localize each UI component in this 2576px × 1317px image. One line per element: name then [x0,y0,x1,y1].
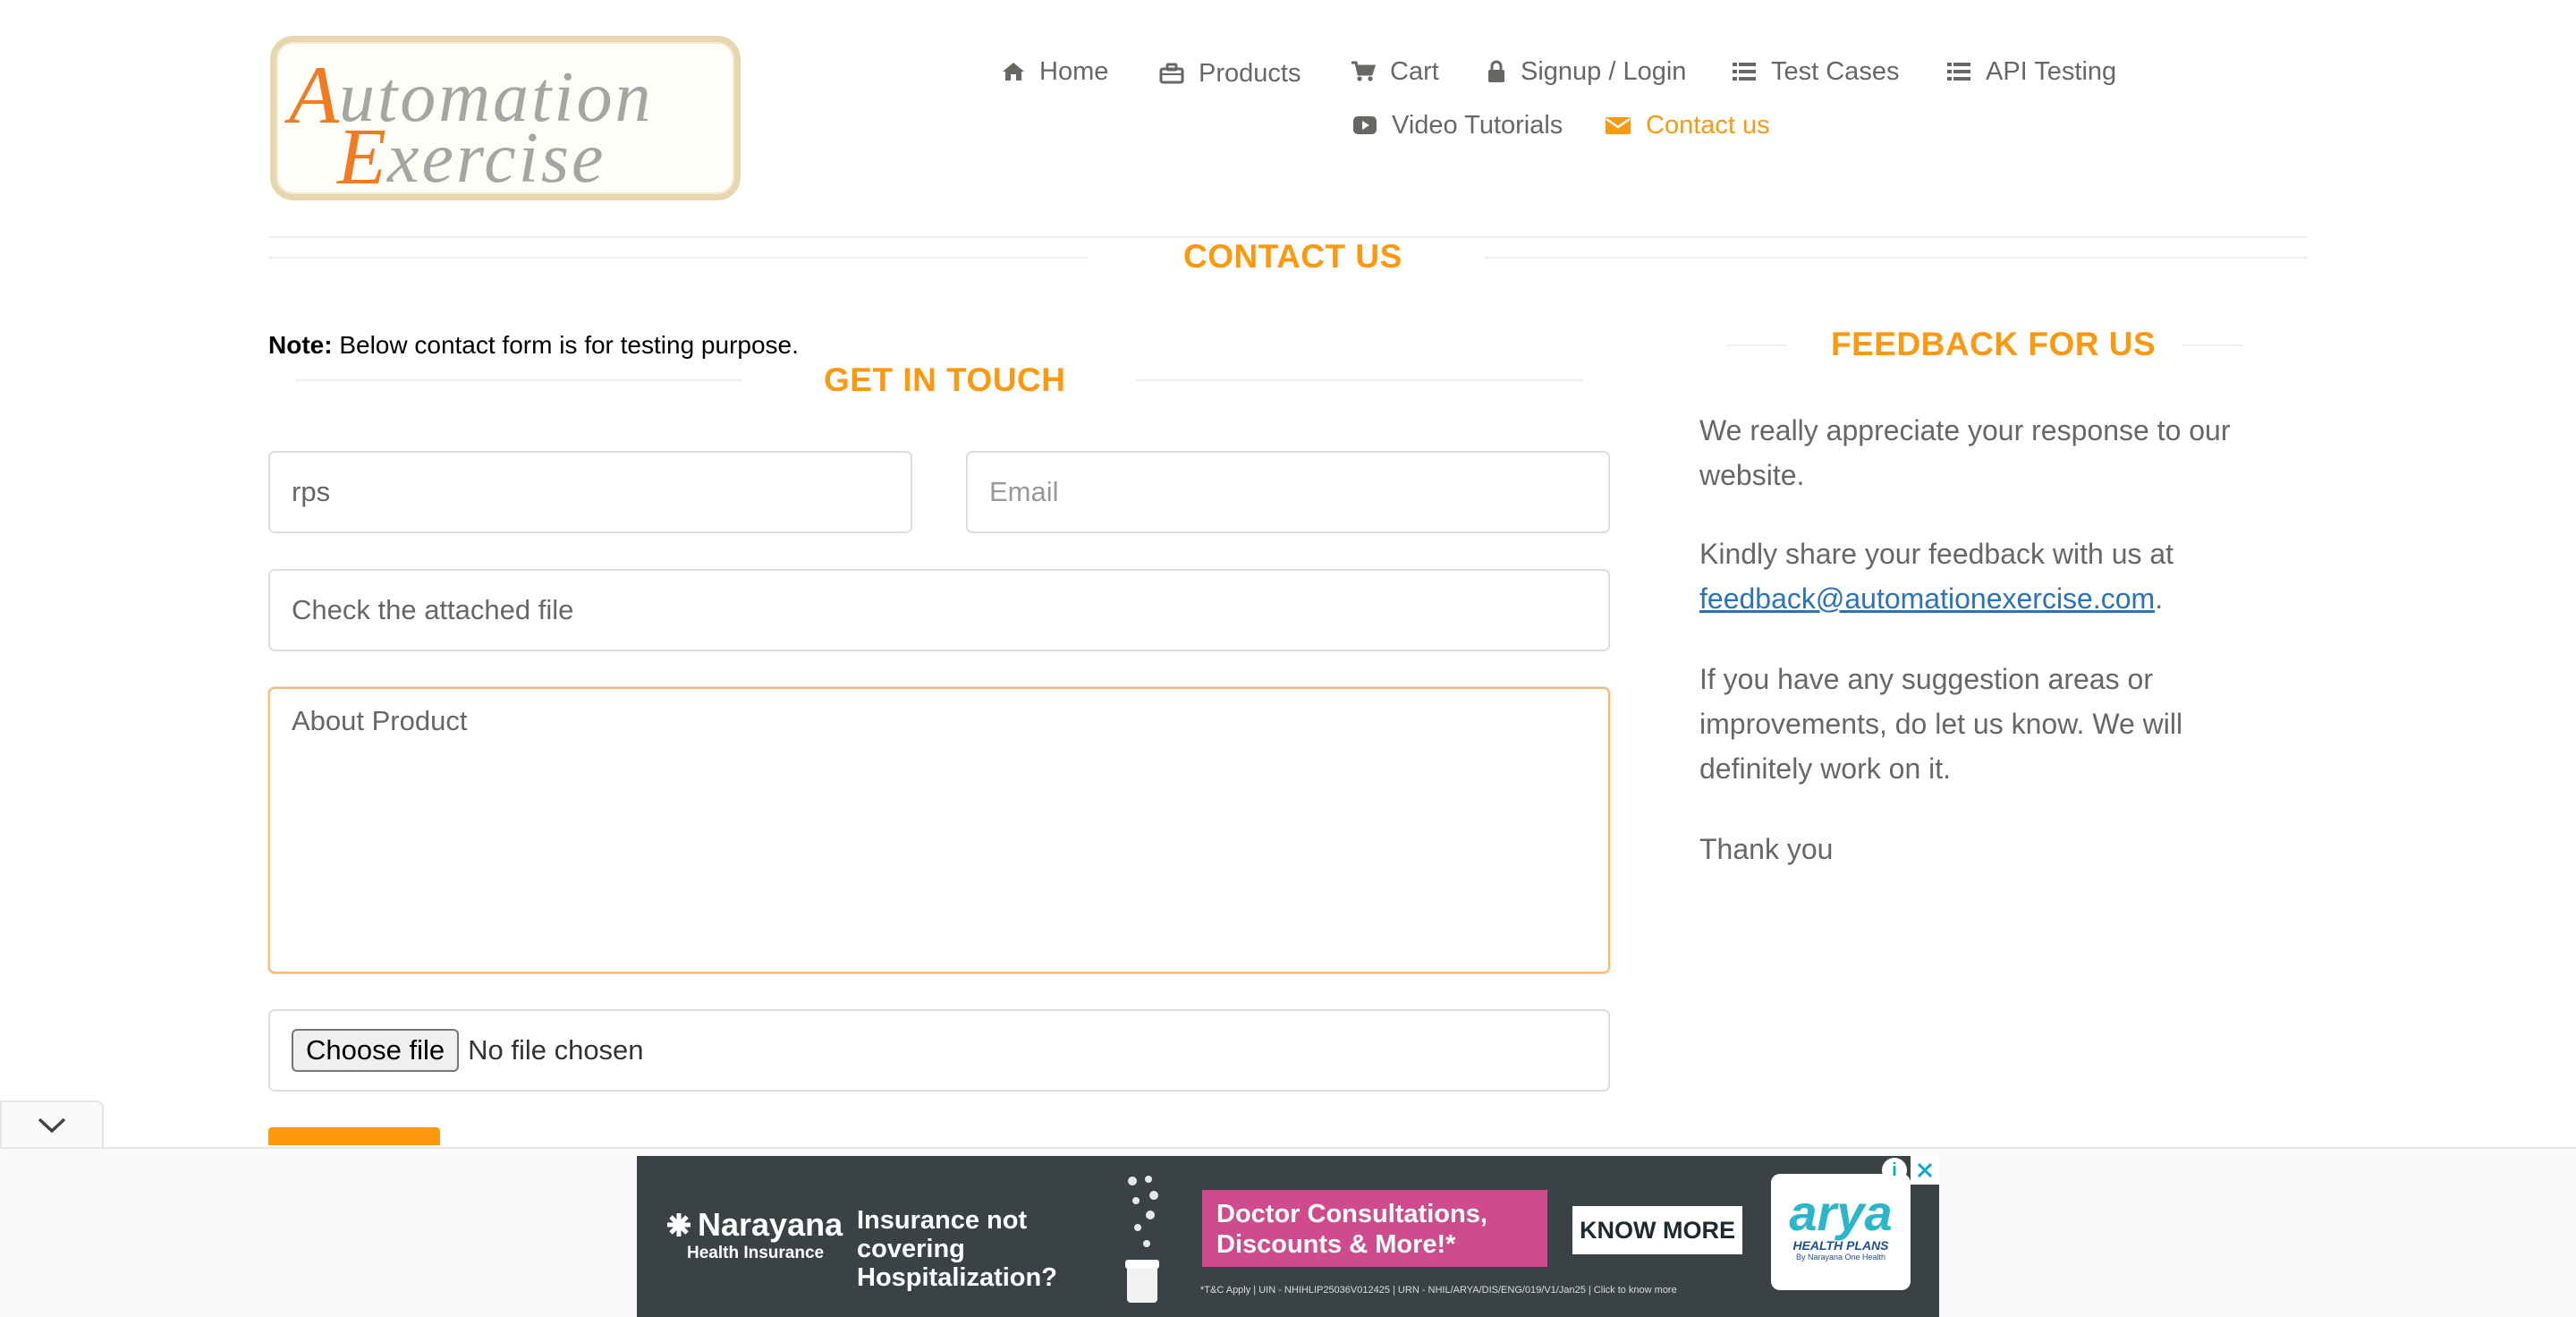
form-note: Note: Below contact form is for testing … [268,331,799,360]
note-label: Note: [268,331,333,359]
title-rule-right [1485,257,2308,259]
list-icon [1733,63,1756,81]
cart-icon [1352,61,1376,81]
ad-info-icon[interactable]: i [1882,1158,1907,1183]
feedback-thank-you: Thank you [1699,833,1834,865]
nav-test-cases-label: Test Cases [1771,56,1900,86]
nav-products-label: Products [1199,58,1301,88]
get-in-touch-rule-left [295,379,742,381]
narayana-logo-icon [667,1213,691,1236]
feedback-paragraph-3: If you have any suggestion areas or impr… [1699,663,2183,785]
message-textarea[interactable]: About Product [268,687,1610,973]
svg-text:A: A [284,49,340,140]
envelope-icon [1606,117,1631,134]
feedback-paragraph-1: We really appreciate your response to ou… [1699,414,2231,491]
ad-offer: Doctor Consultations, Discounts & More!* [1202,1190,1547,1267]
email-input[interactable] [966,451,1610,533]
briefcase-icon [1159,63,1184,84]
ad-partner-name: arya [1789,1185,1893,1241]
svg-text:xercise: xercise [386,119,606,194]
ad-partner-tag: By Narayana One Health [1795,1253,1886,1262]
submit-button[interactable] [268,1127,440,1145]
nav-signup-label: Signup / Login [1521,56,1687,86]
nav-test-cases[interactable]: Test Cases [1732,54,1899,89]
get-in-touch-rule-right [1136,379,1583,381]
ad-partner-logo: arya HEALTH PLANS By Narayana One Health [1771,1174,1911,1290]
feedback-title: FEEDBACK FOR US [1831,326,2157,362]
ad-know-more-button[interactable]: KNOW MORE [1572,1206,1742,1254]
chevron-down-icon [38,1117,66,1134]
nav-home-label: Home [1039,56,1109,86]
file-upload-field[interactable]: Choose file No file chosen [268,1009,1610,1092]
home-icon [1003,63,1024,81]
file-status: No file chosen [468,1034,644,1066]
nav-video-tutorials-label: Video Tutorials [1392,110,1563,140]
ad-brand-name: Narayana [698,1206,843,1243]
nav-contact-us-label: Contact us [1646,110,1770,140]
ad-question: Insurance not covering Hospitalization? [857,1206,1057,1292]
feedback-rule-right [2182,344,2243,346]
title-rule-left [268,257,1088,259]
lock-icon [1488,60,1504,82]
youtube-play-icon [1353,116,1377,134]
nav-api-testing-label: API Testing [1986,56,2117,86]
ad-close-icon[interactable] [1911,1156,1939,1185]
feedback-rule-left [1726,344,1787,346]
nav-video-tutorials[interactable]: Video Tutorials [1352,107,1563,143]
nav-products[interactable]: Products [1159,55,1301,91]
nav-api-testing[interactable]: API Testing [1946,54,2116,89]
pill-bottle-icon [1125,1176,1159,1303]
list-icon [1947,63,1970,81]
subject-input[interactable] [268,569,1610,651]
nav-cart[interactable]: Cart [1351,54,1439,89]
name-input[interactable] [268,451,912,533]
svg-text:E: E [335,113,386,194]
ad-fine-print: *T&C Apply | UIN - NHIHLIP25036V012425 |… [1200,1285,1677,1296]
feedback-period: . [2155,582,2164,615]
page-title: CONTACT US [1183,238,1402,275]
nav-contact-us[interactable]: Contact us [1605,107,1770,143]
feedback-paragraph-2: Kindly share your feedback with us at fe… [1699,531,2272,621]
ad-collapse-toggle[interactable] [0,1100,104,1149]
feedback-email-link[interactable]: feedback@automationexercise.com [1699,582,2155,615]
site-logo[interactable]: A utomation E xercise [270,36,741,200]
feedback-share-text: Kindly share your feedback with us at [1699,538,2174,570]
nav-cart-label: Cart [1390,56,1439,86]
choose-file-button[interactable]: Choose file [292,1029,460,1072]
get-in-touch-title: GET IN TOUCH [824,361,1066,398]
nav-home[interactable]: Home [1002,54,1108,89]
advertisement-banner[interactable]: Narayana Health Insurance Insurance not … [637,1156,1939,1317]
nav-signup-login[interactable]: Signup / Login [1487,54,1686,89]
note-text: Below contact form is for testing purpos… [332,331,799,359]
ad-brand-sub: Health Insurance [687,1244,825,1262]
ad-brand: Narayana Health Insurance [665,1206,843,1263]
